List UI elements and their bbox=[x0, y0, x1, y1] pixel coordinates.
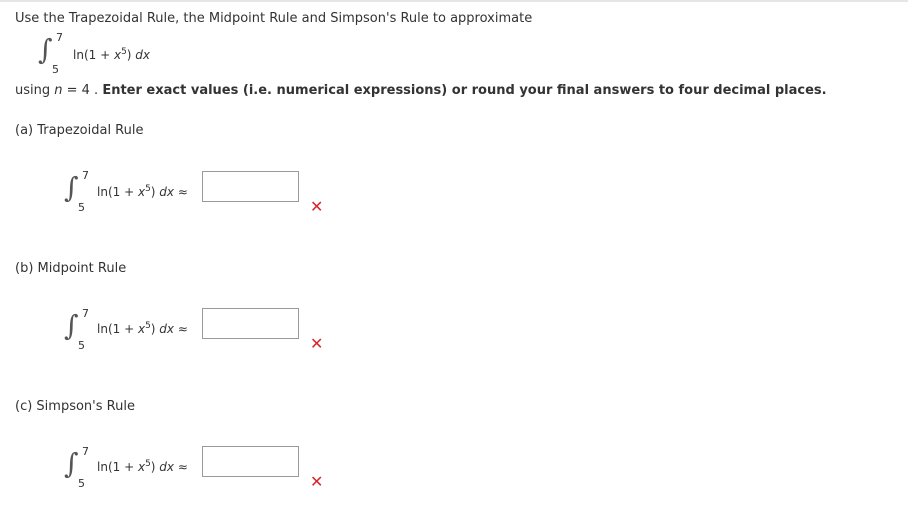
instructions: using n = 4 . Enter exact values (i.e. n… bbox=[15, 83, 827, 98]
incorrect-x-icon: ✕ bbox=[310, 334, 324, 353]
problem-intro: Use the Trapezoidal Rule, the Midpoint R… bbox=[15, 11, 533, 26]
integral-sign-icon: ∫ bbox=[64, 171, 79, 204]
part-a-label: (a) Trapezoidal Rule bbox=[15, 123, 144, 138]
upper-limit: 7 bbox=[82, 445, 89, 458]
incorrect-x-icon: ✕ bbox=[310, 472, 324, 491]
integral-sign-icon: ∫ bbox=[64, 309, 79, 342]
lower-limit: 5 bbox=[78, 477, 85, 490]
integral-sign-icon: ∫ bbox=[38, 33, 53, 66]
upper-limit: 7 bbox=[82, 169, 89, 182]
trapezoidal-answer-input[interactable] bbox=[202, 171, 299, 202]
midpoint-answer-input[interactable] bbox=[202, 308, 299, 339]
upper-limit: 7 bbox=[56, 31, 63, 44]
integrand: ln(1 + x5) dx ≈ bbox=[97, 184, 188, 199]
top-border bbox=[0, 0, 908, 2]
lower-limit: 5 bbox=[78, 201, 85, 214]
integrand: ln(1 + x5) dx bbox=[73, 47, 151, 62]
incorrect-x-icon: ✕ bbox=[310, 197, 324, 216]
integrand: ln(1 + x5) dx ≈ bbox=[97, 321, 188, 336]
lower-limit: 5 bbox=[78, 339, 85, 352]
lower-limit: 5 bbox=[52, 63, 59, 76]
simpson-answer-input[interactable] bbox=[202, 446, 299, 477]
integrand: ln(1 + x5) dx ≈ bbox=[97, 459, 188, 474]
integral-sign-icon: ∫ bbox=[64, 447, 79, 480]
part-c-label: (c) Simpson's Rule bbox=[15, 399, 135, 414]
upper-limit: 7 bbox=[82, 307, 89, 320]
part-b-label: (b) Midpoint Rule bbox=[15, 261, 127, 276]
